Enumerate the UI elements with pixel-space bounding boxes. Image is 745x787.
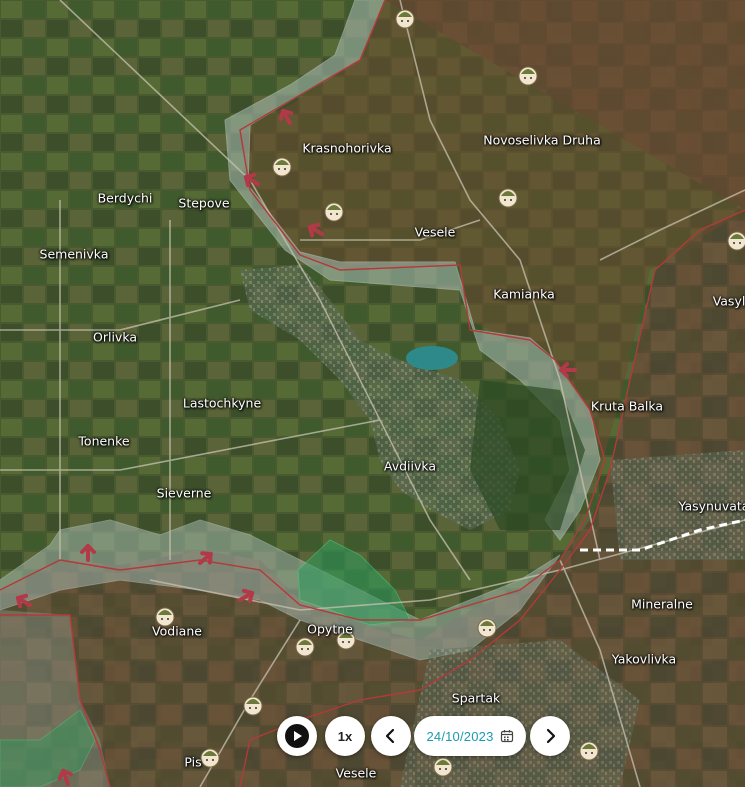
play-icon xyxy=(285,724,309,748)
soldier-icon xyxy=(477,618,497,638)
soldier-icon xyxy=(433,757,453,777)
calendar-icon[interactable] xyxy=(500,729,514,743)
soldier-icon xyxy=(579,741,599,761)
speed-button[interactable]: 1x xyxy=(325,716,365,756)
soldier-icon xyxy=(518,66,538,86)
previous-date-button[interactable] xyxy=(371,716,411,756)
soldier-icon xyxy=(200,748,220,768)
soldier-icon xyxy=(324,202,344,222)
date-value: 24/10/2023 xyxy=(426,728,494,744)
soldier-icon xyxy=(498,188,518,208)
yasynuvata-urban xyxy=(610,450,745,560)
soldier-icon xyxy=(272,157,292,177)
next-date-button[interactable] xyxy=(530,716,570,756)
soldier-icon xyxy=(727,231,745,251)
play-button[interactable] xyxy=(277,716,317,756)
speed-label: 1x xyxy=(337,728,353,744)
chevron-right-icon xyxy=(546,728,556,744)
date-picker[interactable]: 24/10/2023 xyxy=(414,716,526,756)
map-canvas[interactable] xyxy=(0,0,745,787)
soldier-icon xyxy=(336,630,356,650)
soldier-icon xyxy=(155,607,175,627)
soldier-icon xyxy=(243,696,263,716)
lake xyxy=(406,346,458,370)
soldier-icon xyxy=(395,9,415,29)
chevron-left-icon xyxy=(385,728,395,744)
soldier-icon xyxy=(295,637,315,657)
